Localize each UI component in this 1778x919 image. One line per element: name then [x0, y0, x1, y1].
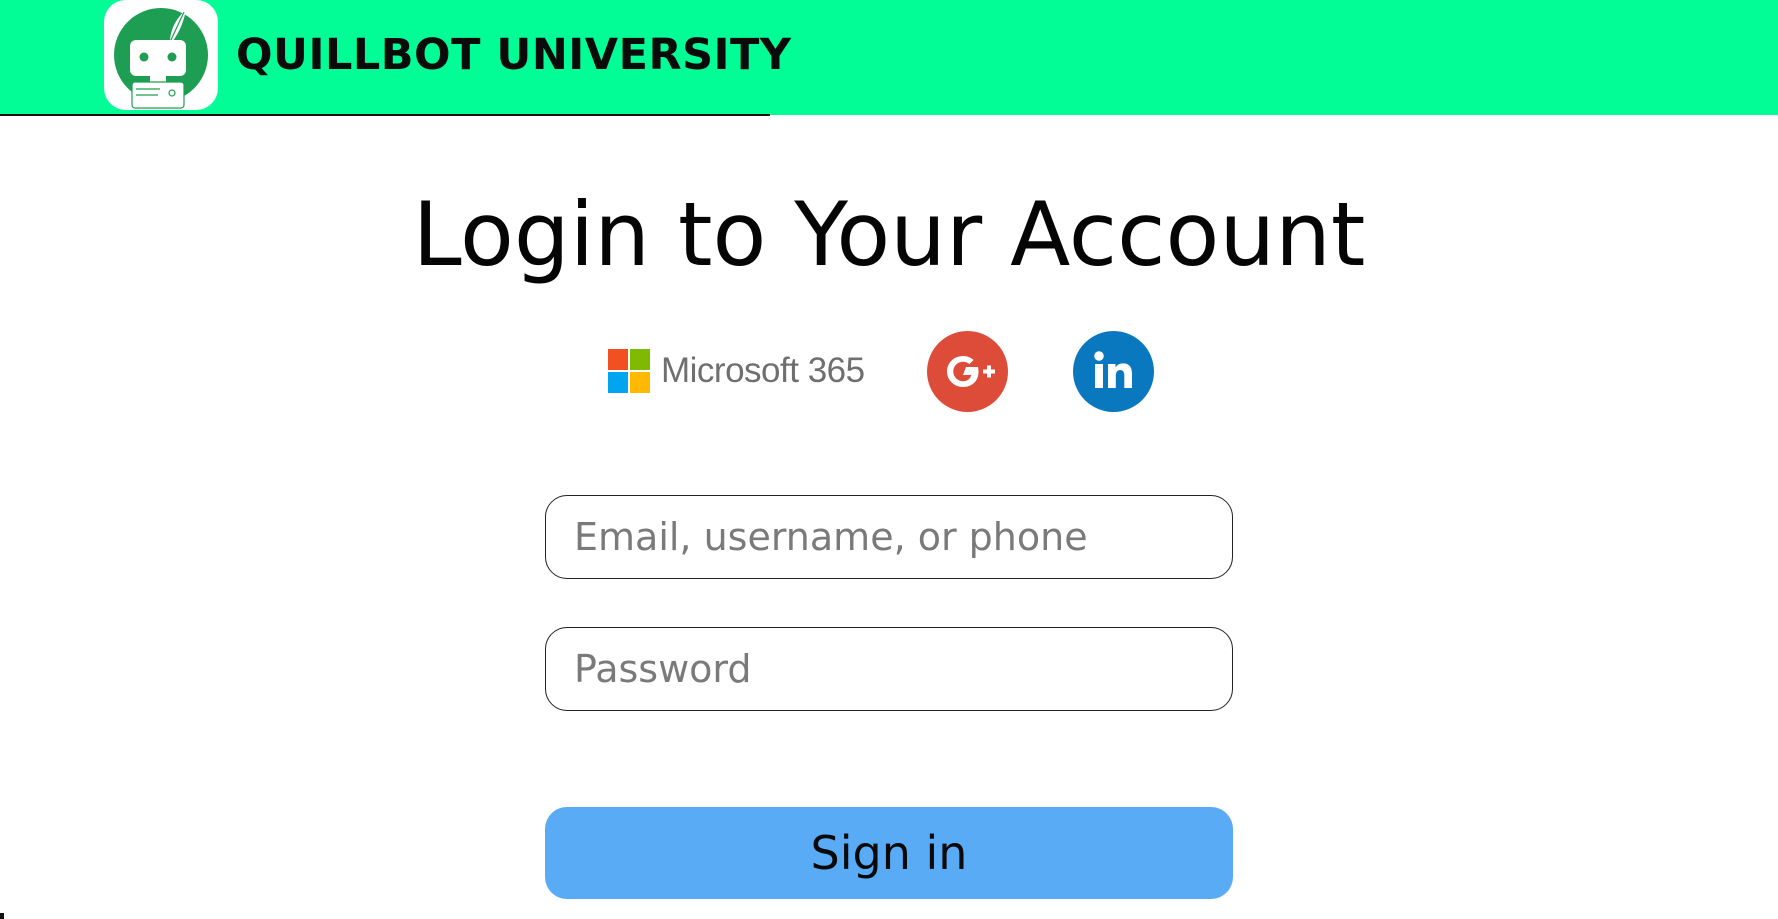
- password-input[interactable]: [545, 627, 1233, 711]
- corner-mark: [0, 913, 4, 919]
- microsoft-365-login-button[interactable]: Microsoft 365: [608, 349, 865, 393]
- header-divider: [0, 114, 770, 116]
- google-plus-icon: [947, 356, 995, 387]
- brand-name: QUILLBOT UNIVERSITY: [236, 30, 792, 80]
- microsoft-365-label: Microsoft 365: [661, 351, 865, 390]
- page-title: Login to Your Account: [412, 183, 1366, 286]
- sign-in-button[interactable]: Sign in: [545, 807, 1233, 899]
- google-plus-login-button[interactable]: [927, 331, 1008, 412]
- microsoft-logo-icon: [608, 349, 650, 393]
- linkedin-icon: [1094, 351, 1132, 388]
- email-username-phone-input[interactable]: [545, 495, 1233, 579]
- linkedin-login-button[interactable]: [1073, 331, 1154, 412]
- quillbot-robot-icon[interactable]: [104, 0, 218, 110]
